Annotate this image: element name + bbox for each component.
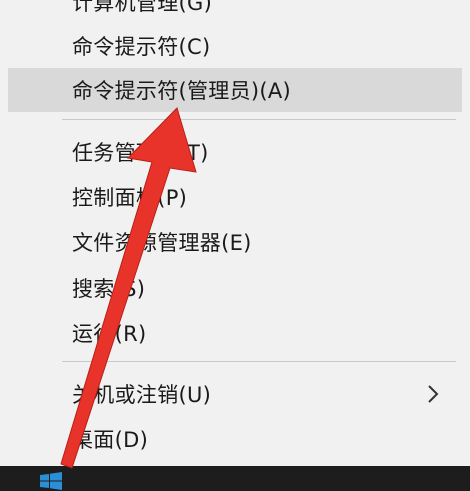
- menu-item-run[interactable]: 运行(R): [8, 311, 462, 355]
- menu-separator: [62, 119, 456, 120]
- context-menu: 计算机管理(G) 命令提示符(C) 命令提示符(管理员)(A) 任务管理器(T)…: [0, 0, 470, 491]
- menu-item-computer-management[interactable]: 计算机管理(G): [8, 0, 462, 24]
- menu-item-label: 计算机管理(G): [72, 0, 213, 15]
- menu-item-shutdown-signout[interactable]: 关机或注销(U): [8, 372, 462, 416]
- menu-item-label: 文件资源管理器(E): [72, 231, 252, 255]
- windows-logo-icon[interactable]: [40, 471, 62, 491]
- menu-item-command-prompt[interactable]: 命令提示符(C): [8, 24, 462, 68]
- menu-separator: [62, 361, 456, 362]
- menu-item-label: 运行(R): [72, 322, 147, 346]
- menu-item-label: 控制面板(P): [72, 186, 188, 210]
- menu-item-task-manager[interactable]: 任务管理器(T): [8, 130, 462, 174]
- menu-item-control-panel[interactable]: 控制面板(P): [8, 175, 462, 219]
- taskbar: [0, 466, 470, 491]
- menu-item-command-prompt-admin[interactable]: 命令提示符(管理员)(A): [8, 68, 462, 112]
- menu-item-desktop[interactable]: 桌面(D): [8, 417, 462, 461]
- menu-item-label: 搜索(S): [72, 277, 146, 301]
- menu-item-label: 命令提示符(C): [72, 35, 211, 59]
- chevron-right-icon: [428, 385, 439, 403]
- menu-item-label: 任务管理器(T): [72, 141, 209, 165]
- menu-item-file-explorer[interactable]: 文件资源管理器(E): [8, 220, 462, 264]
- menu-item-label: 关机或注销(U): [72, 383, 212, 407]
- menu-item-label: 命令提示符(管理员)(A): [72, 79, 292, 103]
- menu-item-search[interactable]: 搜索(S): [8, 266, 462, 310]
- menu-item-label: 桌面(D): [72, 428, 149, 452]
